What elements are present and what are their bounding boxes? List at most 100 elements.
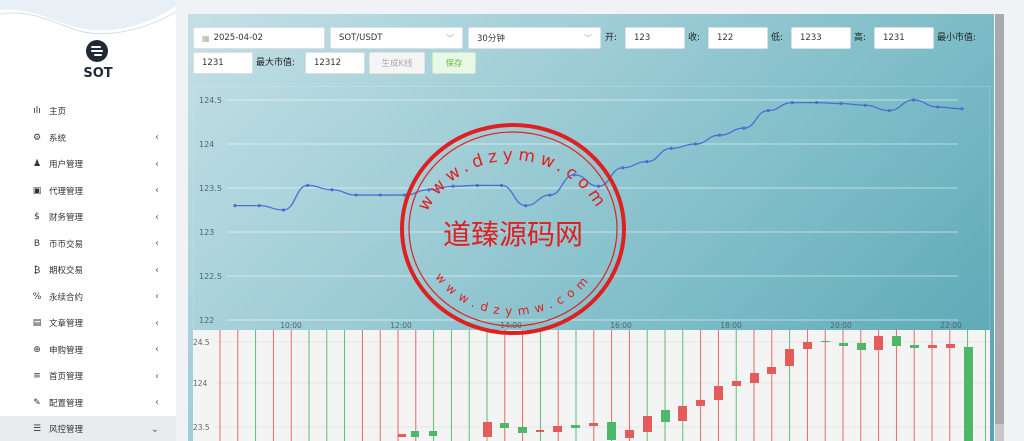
- data-point: [378, 193, 382, 197]
- data-point: [281, 208, 286, 212]
- sidebar-item-2[interactable]: ♟ 用户管理 ‹: [0, 151, 176, 178]
- wrench-icon: ✎: [33, 397, 41, 408]
- x-tick-label: 18:00: [720, 321, 742, 330]
- stamp-center-text: 道臻源码网: [443, 218, 583, 251]
- interval-select[interactable]: 30分钟 ﹀: [468, 27, 601, 49]
- candle-body: [785, 349, 794, 366]
- symbol-select[interactable]: SOT/USDT ﹀: [330, 27, 463, 49]
- data-point: [887, 108, 891, 113]
- x-tick-label: 10:00: [280, 321, 302, 330]
- sidebar-menu: ılı 主页 ⚙ 系统 ‹ ♟ 用户管理 ‹ ▣ 代理管理 ‹ $ 财务管理 ‹ B 币币交易 ‹ ₿ 期权交易 ‹%…: [0, 98, 176, 441]
- data-point: [645, 160, 649, 164]
- open-label: 开:: [605, 33, 618, 43]
- user-icon: ♟: [32, 159, 42, 170]
- high-input[interactable]: 1231: [874, 27, 934, 49]
- chevron-down-icon: ﹀: [446, 34, 454, 43]
- chevron-icon: ⌄: [150, 423, 159, 435]
- close-value: 122: [717, 33, 734, 43]
- sidebar-item-11[interactable]: ✎ 配置管理 ‹: [0, 390, 176, 417]
- candle-body: [553, 426, 562, 432]
- candle-body: [518, 427, 527, 433]
- y-tick-label: 123: [199, 228, 214, 237]
- max-mcap-input[interactable]: 12312: [305, 52, 365, 74]
- sidebar: SOT ılı 主页 ⚙ 系统 ‹ ♟ 用户管理 ‹ ▣ 代理管理 ‹ $ 财务管理 ‹ B 币币交易 ‹ ₿ 期权…: [0, 0, 176, 441]
- sidebar-item-label: 用户管理: [49, 160, 84, 171]
- scrollbar-thumb[interactable]: [995, 14, 1004, 424]
- candle-body: [661, 410, 670, 422]
- sidebar-item-1[interactable]: ⚙ 系统 ‹: [0, 125, 176, 152]
- data-point: [669, 146, 673, 150]
- sidebar-item-0[interactable]: ılı 主页: [0, 98, 176, 125]
- data-point: [354, 193, 358, 197]
- sidebar-item-label: 文章管理: [49, 319, 84, 330]
- candlestick-chart: 24.5 124 23.5: [193, 330, 990, 441]
- sidebar-item-7[interactable]: % 永续合约 ‹: [0, 284, 176, 311]
- candle-body: [678, 406, 687, 421]
- data-point: [257, 204, 261, 208]
- candle-body: [571, 425, 580, 428]
- sidebar-item-10[interactable]: ≡ 首页管理 ‹: [0, 363, 176, 390]
- candle-body: [928, 345, 937, 348]
- sidebar-item-label: 币币交易: [49, 239, 84, 250]
- id-card-icon: ▣: [32, 185, 42, 196]
- chevron-icon: ‹: [155, 238, 159, 250]
- min-mcap-value: 1231: [202, 58, 224, 68]
- page-scrollbar[interactable]: [995, 14, 1004, 441]
- y-tick-label: 124: [193, 379, 208, 388]
- sidebar-item-label: 系统: [49, 133, 67, 144]
- close-input[interactable]: 122: [708, 27, 768, 49]
- save-button[interactable]: 保存: [432, 52, 476, 74]
- open-input[interactable]: 123: [625, 27, 685, 49]
- chevron-icon: ‹: [155, 185, 159, 197]
- chevron-icon: ‹: [155, 397, 159, 409]
- y-tick-label: 23.5: [193, 423, 210, 432]
- bar-chart-icon: ılı: [33, 106, 41, 117]
- sidebar-item-label: 申购管理: [49, 345, 84, 356]
- sidebar-item-12[interactable]: ☰ 风控管理 ⌄: [0, 416, 176, 441]
- max-mcap-value: 12312: [314, 58, 342, 68]
- candle-body: [589, 423, 598, 426]
- chevron-icon: ‹: [155, 211, 159, 223]
- candle-body: [839, 343, 848, 346]
- candle-body: [429, 431, 437, 436]
- chevron-icon: ‹: [155, 370, 159, 382]
- bitcoin-small-icon: ₿: [33, 265, 41, 276]
- data-point: [863, 103, 867, 107]
- candle-body: [500, 423, 509, 428]
- chevron-icon: ‹: [155, 291, 159, 303]
- interval-value: 30分钟: [477, 34, 505, 44]
- candle-body: [750, 373, 759, 383]
- sidebar-item-8[interactable]: ▤ 文章管理 ‹: [0, 310, 176, 337]
- low-label: 低:: [771, 33, 784, 43]
- candle-body: [536, 430, 544, 432]
- candle-body: [483, 422, 492, 437]
- calendar-icon: ▦: [202, 33, 210, 43]
- candle-body: [411, 431, 419, 437]
- data-point: [306, 183, 310, 187]
- sidebar-item-label: 永续合约: [49, 292, 84, 303]
- y-tick-label: 122: [199, 316, 214, 325]
- min-mcap-input[interactable]: 1231: [193, 52, 253, 74]
- low-input[interactable]: 1233: [791, 27, 851, 49]
- sidebar-item-4[interactable]: $ 财务管理 ‹: [0, 204, 176, 231]
- sidebar-item-label: 财务管理: [49, 213, 84, 224]
- sidebar-item-label: 首页管理: [49, 372, 84, 383]
- date-picker[interactable]: ▦ 2025-04-02: [193, 27, 325, 49]
- data-point: [766, 108, 770, 113]
- chevron-down-icon: ﹀: [584, 34, 592, 43]
- generate-kline-button[interactable]: 生成K线: [369, 52, 425, 74]
- sidebar-item-label: 风控管理: [49, 425, 84, 436]
- sidebar-item-5[interactable]: B 币币交易 ‹: [0, 231, 176, 258]
- sidebar-item-3[interactable]: ▣ 代理管理 ‹: [0, 178, 176, 205]
- candle-body: [964, 347, 973, 441]
- stamp-top-textpath: www.dzymw.com: [414, 145, 607, 214]
- candle-body: [714, 386, 723, 400]
- chevron-icon: ‹: [155, 344, 159, 356]
- candle-body: [892, 336, 901, 346]
- candle-body: [767, 367, 776, 374]
- sidebar-item-label: 配置管理: [49, 398, 84, 409]
- candle-body: [696, 400, 705, 406]
- sidebar-item-6[interactable]: ₿ 期权交易 ‹: [0, 257, 176, 284]
- dollar-icon: $: [34, 212, 40, 223]
- sidebar-item-9[interactable]: ⊕ 申购管理 ‹: [0, 337, 176, 364]
